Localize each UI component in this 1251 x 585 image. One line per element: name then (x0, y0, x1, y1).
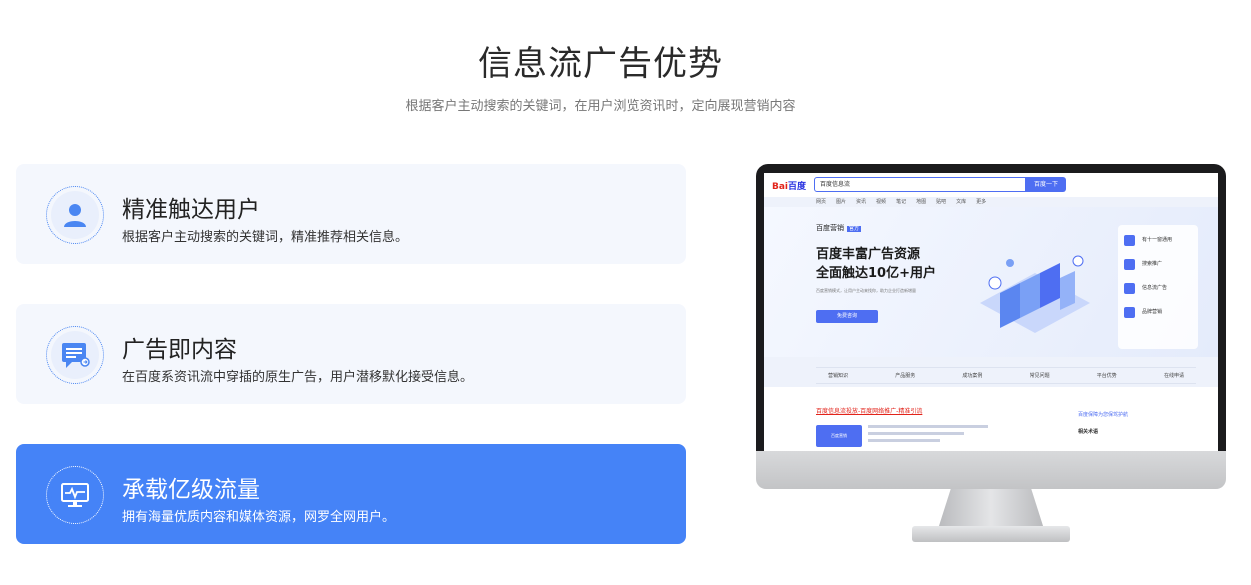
screen-result-link: 百度信息流投放-百度网络推广-精准引流 (816, 408, 923, 415)
monitor-screen: Bai百度 百度信息流 百度一下 网页 图片 资讯 视频 笔记 地图 贴吧 文库 更多 百度… (764, 173, 1218, 451)
feature-card-ad-as-content[interactable]: 广告即内容 在百度系资讯流中穿插的原生广告，用户潜移默化接受信息。 (16, 304, 686, 404)
card-title: 承载亿级流量 (122, 477, 260, 503)
screen-nav: 营销知识 产品服务 成功案例 常见问题 平台优势 在线申请 (816, 367, 1196, 384)
screen-search-button: 百度一下 (1026, 177, 1066, 192)
monitor-illustration: Bai百度 百度信息流 百度一下 网页 图片 资讯 视频 笔记 地图 贴吧 文库 更多 百度… (756, 164, 1226, 544)
monitor-stand-base (912, 526, 1070, 542)
card-description: 根据客户主动搜索的关键词，精准推荐相关信息。 (122, 230, 409, 245)
card-description: 拥有海量优质内容和媒体资源，网罗全网用户。 (122, 510, 396, 525)
screen-brand: 百度营销 官方 (816, 224, 862, 232)
card-title: 精准触达用户 (122, 197, 260, 223)
screen-result-text (868, 425, 988, 443)
feature-card-massive-traffic[interactable]: 承载亿级流量 拥有海量优质内容和媒体资源，网罗全网用户。 (16, 444, 686, 544)
feature-card-precise-reach[interactable]: 精准触达用户 根据客户主动搜索的关键词，精准推荐相关信息。 (16, 164, 686, 264)
screen-result-thumbnail: 百度营销 (816, 425, 862, 447)
screen-right-panel: 百度保障为您保驾护航 相关术语 (1078, 412, 1129, 435)
screen-headline: 百度丰富广告资源 全面触达10亿+用户 (816, 247, 936, 281)
card-title: 广告即内容 (122, 337, 237, 363)
screen-3d-illustration (980, 255, 1090, 333)
user-icon (64, 204, 86, 227)
screen-search-input: 百度信息流 (814, 177, 1026, 192)
feature-icon-ring (46, 466, 104, 524)
screen-cta: 免费咨询 (816, 310, 878, 323)
screen-side-panel: 有十一窗通用 搜索推广 信息流广告 品牌营销 (1118, 225, 1198, 349)
message-icon (62, 343, 90, 368)
monitor-icon (61, 483, 89, 507)
card-description: 在百度系资讯流中穿插的原生广告，用户潜移默化接受信息。 (122, 370, 474, 385)
screen-tabs: 网页 图片 资讯 视频 笔记 地图 贴吧 文库 更多 (816, 199, 987, 205)
monitor-stand-neck (938, 489, 1044, 529)
feature-icon-ring (46, 326, 104, 384)
page-subtitle: 根据客户主动搜索的关键词，在用户浏览资讯时，定向展现营销内容 (405, 99, 796, 114)
monitor-chin (756, 451, 1226, 489)
feature-icon-ring (46, 186, 104, 244)
screen-note: 百度营销模式，让用户主动来找你，助力企业打造新增量 (816, 288, 916, 293)
baidu-logo: Bai百度 (772, 182, 807, 192)
page-title: 信息流广告优势 (478, 44, 723, 84)
